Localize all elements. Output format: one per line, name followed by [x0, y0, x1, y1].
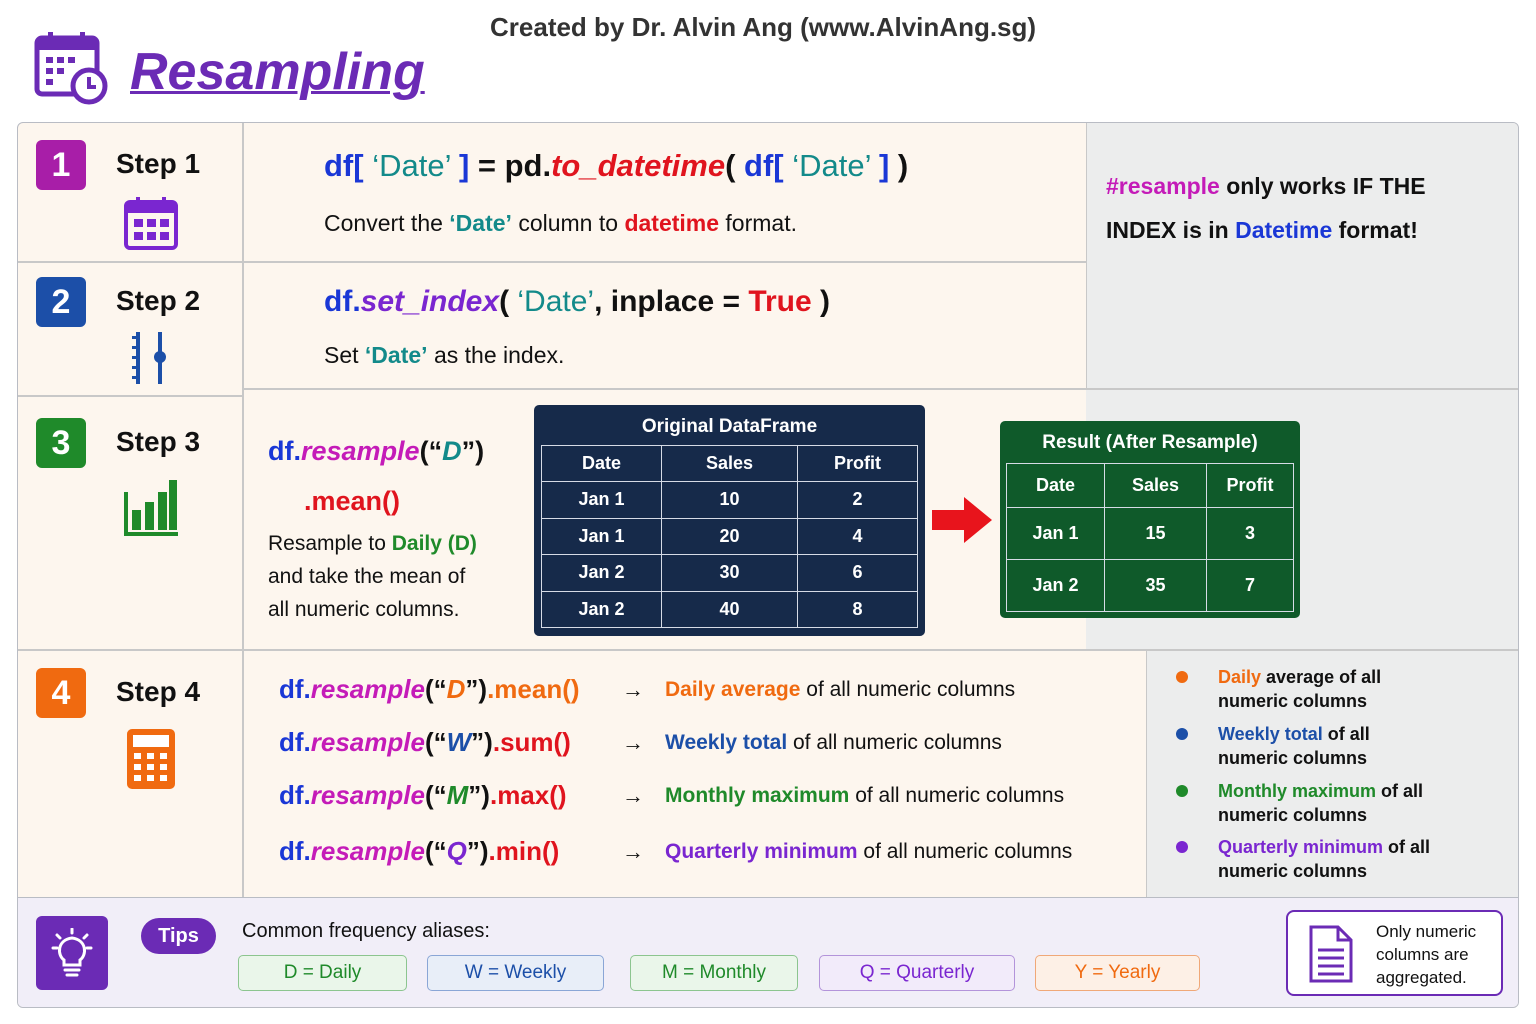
step-2-badge: 2 — [36, 277, 86, 327]
result-dataframe: Result (After Resample) Date Sales Profit … — [1000, 421, 1300, 618]
legend-dot — [1176, 728, 1188, 740]
cell: Jan 2 — [541, 554, 662, 592]
alias-quarterly: Q = Quarterly — [819, 955, 1015, 991]
calendar-icon — [124, 196, 178, 255]
cell: Jan 1 — [541, 517, 662, 555]
index-ruler-icon — [130, 330, 170, 391]
cell: 10 — [661, 481, 798, 519]
example-row-monthly: df.resample(“M”).max() — [279, 780, 567, 810]
col-header: Profit — [1206, 463, 1294, 508]
cell: 15 — [1104, 507, 1207, 560]
numeric-note-box: Only numeric columns are aggregated. — [1286, 910, 1503, 996]
step-3-badge: 3 — [36, 418, 86, 468]
legend-item-weekly: Weekly total of all numeric columns — [1172, 722, 1512, 770]
legend-item-daily: Daily average of all numeric columns — [1172, 665, 1512, 713]
note-panel-bg — [1086, 123, 1518, 389]
calculator-icon — [126, 728, 176, 795]
right-arrow-icon — [930, 495, 994, 550]
cell: Jan 2 — [1006, 559, 1105, 612]
legend-item-quarterly: Quarterly minimum of all numeric columns — [1172, 835, 1512, 883]
credit-line: Created by Dr. Alvin Ang (www.AlvinAng.s… — [490, 12, 1037, 42]
note-line: Only numeric — [1376, 922, 1477, 941]
legend-item-monthly: Monthly maximum of all numeric columns — [1172, 779, 1512, 827]
note-line: aggregated. — [1376, 968, 1467, 987]
example-row-quarterly: df.resample(“Q”).min() — [279, 836, 560, 866]
example-arrow: → — [622, 783, 644, 808]
step-2-label: Step 2 — [116, 285, 201, 316]
example-desc-daily: Daily average of all numeric columns — [665, 678, 1016, 701]
legend-dot — [1176, 841, 1188, 853]
cell: Jan 1 — [541, 481, 662, 519]
col-header: Sales — [661, 445, 798, 482]
example-desc-monthly: Monthly maximum of all numeric columns — [665, 784, 1065, 807]
step-3-label: Step 3 — [116, 426, 201, 457]
alias-monthly: M = Monthly — [630, 955, 798, 991]
alias-weekly: W = Weekly — [427, 955, 604, 991]
original-dataframe: Original DataFrame Date Sales Profit Jan 1… — [534, 405, 925, 636]
lightbulb-icon — [36, 916, 108, 990]
example-row-daily: df.resample(“D”).mean() — [279, 674, 580, 704]
example-desc-quarterly: Quarterly minimum of all numeric columns — [665, 840, 1073, 863]
step-1-desc: Convert the ‘Date’ column to datetime fo… — [324, 210, 797, 236]
tips-heading: Common frequency aliases: — [242, 920, 490, 942]
note-line: columns are — [1376, 945, 1469, 964]
cell: 4 — [797, 517, 918, 555]
cell: Jan 2 — [541, 590, 662, 628]
step-1-badge: 1 — [36, 140, 86, 190]
cell: 35 — [1104, 559, 1207, 612]
col-header: Sales — [1104, 463, 1207, 508]
calendar-clock-icon — [34, 30, 110, 111]
example-arrow: → — [622, 730, 644, 755]
step-3-code: df.resample(“D”) .mean() — [268, 436, 485, 516]
step-2-code: df.set_index( ‘Date’, inplace = True ) — [324, 285, 831, 318]
example-arrow: → — [622, 839, 644, 864]
tips-badge: Tips — [141, 918, 216, 954]
step-2-desc: Set ‘Date’ as the index. — [324, 342, 565, 368]
col-header: Date — [541, 445, 662, 482]
step-4-label: Step 4 — [116, 676, 201, 707]
cell: 3 — [1206, 507, 1294, 560]
document-icon — [1308, 924, 1354, 989]
step-3-desc: Resample to Daily (D) and take the mean … — [268, 532, 477, 621]
cell: 30 — [661, 554, 798, 592]
cell: 40 — [661, 590, 798, 628]
alias-yearly: Y = Yearly — [1035, 955, 1200, 991]
col-header: Date — [1006, 463, 1105, 508]
legend-dot — [1176, 785, 1188, 797]
example-arrow: → — [622, 677, 644, 702]
page-title: Resampling — [130, 43, 425, 101]
alias-daily: D = Daily — [238, 955, 407, 991]
legend-dot — [1176, 671, 1188, 683]
step-1-label: Step 1 — [116, 148, 201, 179]
example-desc-weekly: Weekly total of all numeric columns — [665, 731, 1002, 754]
cell: 6 — [797, 554, 918, 592]
original-title: Original DataFrame — [641, 416, 818, 437]
cell: 8 — [797, 590, 918, 628]
example-row-weekly: df.resample(“W”).sum() — [279, 727, 571, 757]
bar-chart-icon — [122, 478, 180, 543]
step-1-code: df[ ‘Date’ ] = pd.to_datetime( df[ ‘Date… — [324, 148, 909, 183]
col-header: Profit — [797, 445, 918, 482]
cell: 2 — [797, 481, 918, 519]
result-title: Result (After Resample) — [1042, 432, 1258, 453]
step-4-badge: 4 — [36, 668, 86, 718]
cell: Jan 1 — [1006, 507, 1105, 560]
cell: 20 — [661, 517, 798, 555]
cell: 7 — [1206, 559, 1294, 612]
resample-note: #resample only works IF THE INDEX is in … — [1106, 173, 1426, 243]
